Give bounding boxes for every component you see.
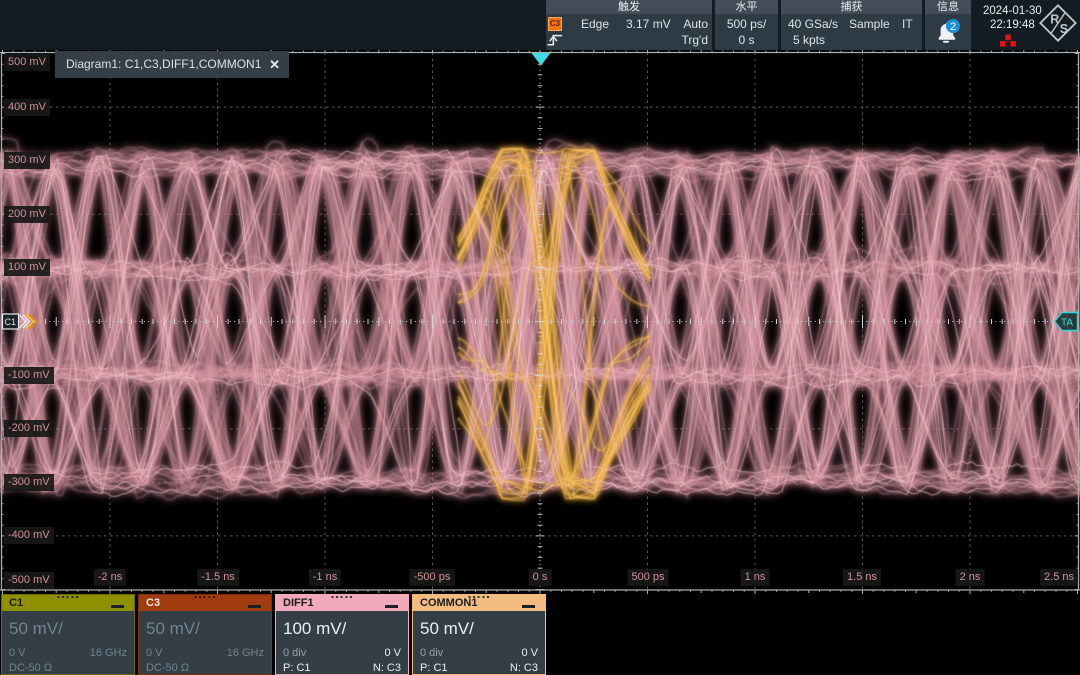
svg-text:2: 2 bbox=[950, 21, 956, 33]
svg-text:C1: C1 bbox=[5, 317, 17, 327]
svg-text:S: S bbox=[1060, 22, 1068, 36]
svg-text:TA: TA bbox=[1061, 318, 1073, 329]
svg-text:R: R bbox=[1050, 13, 1059, 27]
